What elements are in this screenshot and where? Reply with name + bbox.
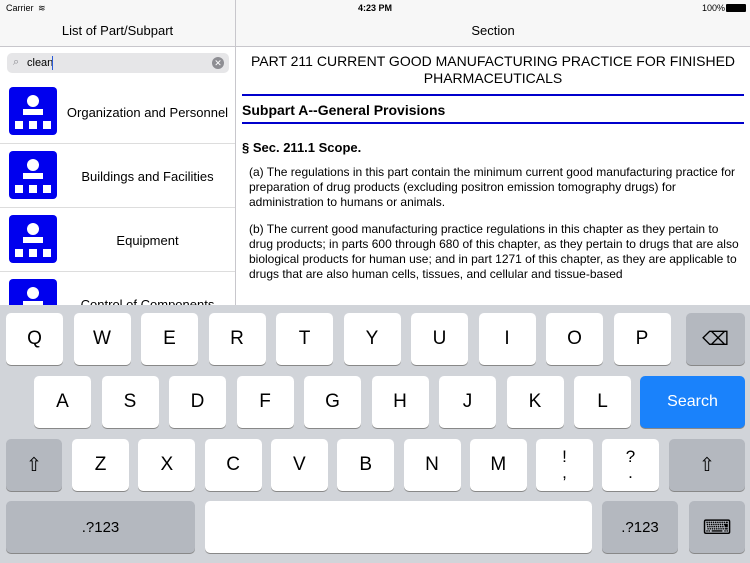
key-d[interactable]: D — [169, 376, 226, 428]
key-t[interactable]: T — [276, 313, 333, 365]
list-item[interactable]: Organization and Personnel — [0, 80, 235, 144]
components-icon — [9, 279, 57, 305]
list-item[interactable]: Control of Components — [0, 272, 235, 305]
key-unshifted: , — [562, 463, 567, 482]
key-n[interactable]: N — [403, 439, 461, 491]
key-s[interactable]: S — [101, 376, 159, 428]
list-item[interactable]: Buildings and Facilities — [0, 144, 235, 208]
section-content: PART 211 CURRENT GOOD MANUFACTURING PRAC… — [236, 47, 750, 305]
key-q[interactable]: Q — [6, 313, 63, 365]
keyboard: Q W E R T Y U I O P ⌫ A S D F G H J K L Search ⇧ Z X C V B N M!,?. ⇧.… — [0, 305, 750, 563]
time: 4:23 PM — [358, 3, 393, 13]
right-header: Section — [236, 16, 750, 47]
key-g[interactable]: G — [304, 376, 361, 428]
search-icon: ⌕ — [13, 56, 20, 68]
list-item-label: Control of Components — [80, 296, 215, 306]
key-h[interactable]: H — [371, 376, 429, 428]
left-header: List of Part/Subpart — [0, 16, 235, 47]
key-i[interactable]: I — [478, 313, 536, 365]
shift-key[interactable]: ⇧ — [6, 439, 62, 491]
status-bar: Carrier ≋ 4:23 PM 100% — [0, 0, 750, 16]
search-key[interactable]: Search — [640, 376, 745, 428]
divider — [242, 122, 744, 124]
text-cursor — [52, 56, 53, 70]
key-unshifted: . — [628, 463, 633, 482]
numbers-key-right[interactable]: .?123 — [602, 501, 678, 553]
key-e[interactable]: E — [141, 313, 198, 365]
backspace-icon: ⌫ — [702, 328, 729, 350]
carrier: Carrier — [6, 3, 34, 13]
hide-keyboard-key[interactable]: ⌨ — [689, 501, 745, 553]
key-v[interactable]: V — [270, 439, 328, 491]
key-c[interactable]: C — [204, 439, 262, 491]
search-input[interactable]: ⌕ clean ✕ — [7, 53, 229, 73]
key-p[interactable]: P — [613, 313, 671, 365]
paragraph: (a) The regulations in this part contain… — [249, 165, 736, 209]
battery-percent: 100% — [702, 3, 726, 13]
battery-icon — [726, 4, 746, 12]
equipment-icon — [9, 215, 57, 263]
backspace-key[interactable]: ⌫ — [686, 313, 745, 365]
part-list-panel: ⌕ clean ✕ Organization and Personnel Buil… — [0, 47, 235, 305]
key-w[interactable]: W — [73, 313, 131, 365]
divider — [242, 94, 744, 96]
list-item[interactable]: Equipment — [0, 208, 235, 272]
buildings-icon — [9, 151, 57, 199]
key-punct[interactable]: ?. — [602, 439, 659, 491]
list-item-label: Equipment — [116, 232, 179, 248]
key-u[interactable]: U — [411, 313, 468, 365]
numbers-key[interactable]: .?123 — [6, 501, 195, 553]
list-item-label: Organization and Personnel — [66, 104, 229, 120]
subpart-title: Subpart A--General Provisions — [242, 102, 446, 118]
shift-icon: ⇧ — [26, 454, 42, 476]
key-m[interactable]: M — [469, 439, 527, 491]
part-title: PART 211 CURRENT GOOD MANUFACTURING PRAC… — [250, 53, 736, 86]
space-key[interactable] — [205, 501, 592, 553]
key-o[interactable]: O — [546, 313, 603, 365]
key-x[interactable]: X — [138, 439, 196, 491]
organization-chart-icon — [9, 87, 57, 135]
key-a[interactable]: A — [34, 376, 91, 428]
list-item-label: Buildings and Facilities — [81, 168, 214, 184]
hide-keyboard-icon: ⌨ — [702, 516, 732, 539]
clear-icon[interactable]: ✕ — [212, 57, 224, 69]
shift-key-right[interactable]: ⇧ — [669, 439, 745, 491]
key-punct[interactable]: !, — [536, 439, 593, 491]
key-l[interactable]: L — [574, 376, 631, 428]
key-r[interactable]: R — [208, 313, 266, 365]
key-j[interactable]: J — [439, 376, 496, 428]
key-k[interactable]: K — [506, 376, 564, 428]
key-b[interactable]: B — [337, 439, 395, 491]
section-title: § Sec. 211.1 Scope. — [242, 140, 362, 155]
paragraph: (b) The current good manufacturing pract… — [249, 222, 739, 281]
key-f[interactable]: F — [236, 376, 294, 428]
wifi-icon: ≋ — [38, 3, 46, 13]
key-z[interactable]: Z — [72, 439, 129, 491]
key-y[interactable]: Y — [343, 313, 401, 365]
search-value: clean — [27, 57, 54, 69]
shift-icon: ⇧ — [699, 454, 715, 476]
